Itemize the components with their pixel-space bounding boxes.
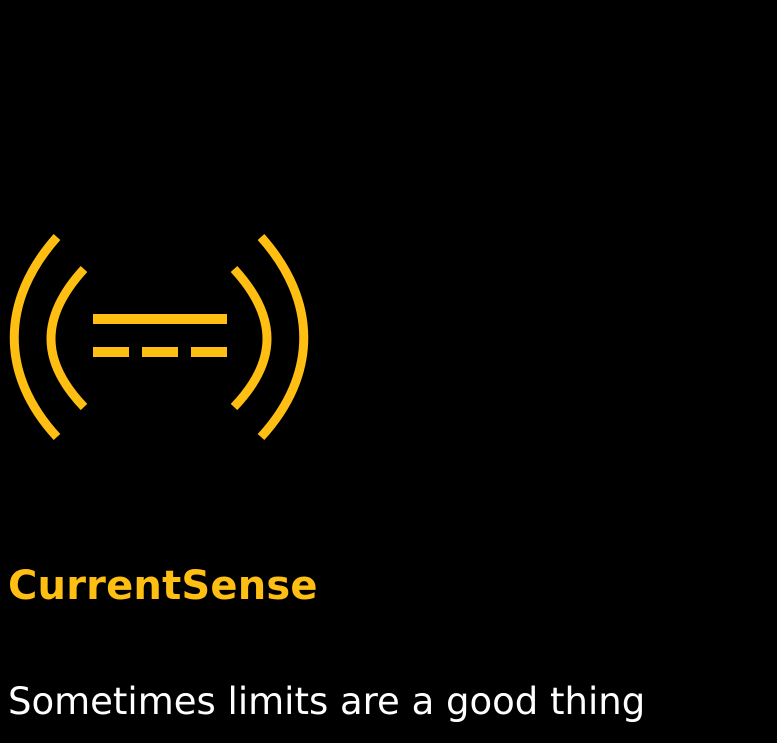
dc-dash-3 (191, 347, 227, 357)
dc-dash-1 (93, 347, 129, 357)
dc-dash-2 (142, 347, 178, 357)
inner-right-arc (230, 265, 272, 411)
page: { "brand": { "name": "CurrentSense", "ta… (0, 0, 777, 743)
tagline: Sometimes limits are a good thing (8, 680, 646, 723)
current-sense-icon (9, 234, 309, 441)
product-name: CurrentSense (8, 563, 318, 609)
current-sense-logo (0, 225, 320, 450)
dc-solid-line (93, 314, 227, 324)
inner-left-arc (46, 265, 88, 411)
